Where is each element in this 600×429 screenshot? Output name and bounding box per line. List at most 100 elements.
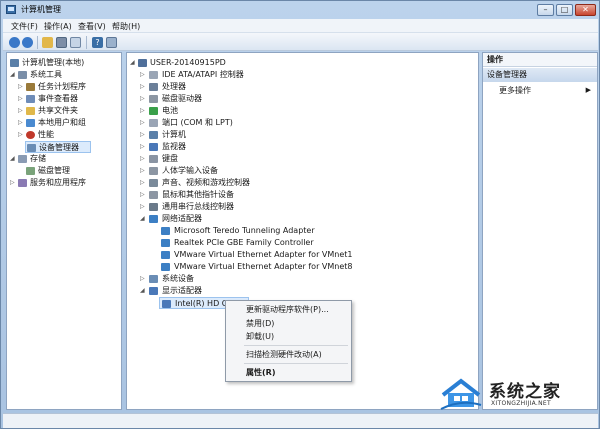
tree-label: 性能 (38, 130, 54, 139)
device-teredo-adapter[interactable]: Microsoft Teredo Tunneling Adapter (161, 225, 381, 237)
expand-toggle-icon[interactable]: ▷ (140, 168, 146, 174)
device-category-system[interactable]: ▷ 系统设备 (139, 273, 339, 285)
expand-toggle-icon[interactable]: ◢ (140, 216, 146, 222)
expand-toggle-icon[interactable]: ▷ (140, 180, 146, 186)
device-label: 监视器 (162, 142, 186, 151)
expand-toggle-icon[interactable]: ▷ (140, 204, 146, 210)
forward-icon[interactable] (22, 37, 33, 48)
device-label: 端口 (COM 和 LPT) (162, 118, 233, 127)
device-category-display[interactable]: ◢ 显示适配器 (139, 285, 339, 297)
menu-action[interactable]: 操作(A) (44, 21, 72, 32)
expand-toggle-icon[interactable]: ▷ (140, 96, 146, 102)
device-category-monitors[interactable]: ▷ 监视器 (139, 141, 339, 153)
actions-section-device-manager[interactable]: 设备管理器 (483, 68, 597, 82)
device-category-disk-drives[interactable]: ▷ 磁盘驱动器 (139, 93, 339, 105)
network-adapter-icon (161, 239, 170, 247)
device-label: 声音、视频和游戏控制器 (162, 178, 250, 187)
expand-toggle-icon[interactable]: ◢ (10, 156, 16, 162)
monitor-icon (149, 143, 158, 151)
menu-view[interactable]: 查看(V) (78, 21, 106, 32)
tree-label: 共享文件夹 (38, 106, 78, 115)
device-category-usb[interactable]: ▷ 通用串行总线控制器 (139, 201, 339, 213)
tree-item-device-manager[interactable]: 设备管理器 (25, 141, 91, 153)
tree-label: 事件查看器 (38, 94, 78, 103)
expand-toggle-icon[interactable]: ◢ (140, 288, 146, 294)
device-category-batteries[interactable]: ▷ 电池 (139, 105, 339, 117)
toolbar-separator (37, 36, 38, 49)
device-category-processors[interactable]: ▷ 处理器 (139, 81, 339, 93)
actions-pane: 操作 设备管理器 更多操作 ▶ (482, 52, 598, 410)
expand-toggle-icon[interactable]: ▷ (18, 84, 24, 90)
ctx-uninstall[interactable]: 卸载(U) (246, 331, 274, 342)
computer-icon (138, 59, 147, 67)
tree-item-services-apps[interactable]: ▷ 服务和应用程序 (9, 177, 121, 189)
tree-label: 服务和应用程序 (30, 178, 86, 187)
more-actions-item[interactable]: 更多操作 ▶ (499, 84, 595, 97)
tree-label: 系统工具 (30, 70, 62, 79)
tree-item-storage[interactable]: ◢ 存储 (9, 153, 121, 165)
network-adapter-icon (161, 263, 170, 271)
expand-toggle-icon[interactable]: ▷ (140, 276, 146, 282)
device-category-computer[interactable]: ▷ 计算机 (139, 129, 339, 141)
device-label: Realtek PCIe GBE Family Controller (174, 238, 314, 247)
expand-toggle-icon[interactable]: ◢ (10, 72, 16, 78)
up-folder-icon[interactable] (42, 37, 53, 48)
device-category-mice[interactable]: ▷ 鼠标和其他指针设备 (139, 189, 339, 201)
tree-item-task-scheduler[interactable]: ▷ 任务计划程序 (17, 81, 121, 93)
maximize-button[interactable]: □ (556, 4, 573, 16)
expand-toggle-icon[interactable]: ▷ (18, 96, 24, 102)
tree-item-disk-management[interactable]: 磁盘管理 (25, 165, 121, 177)
device-vmnet8-adapter[interactable]: VMware Virtual Ethernet Adapter for VMne… (161, 261, 381, 273)
device-root[interactable]: ◢ USER-20140915PD (129, 57, 329, 69)
ctx-properties[interactable]: 属性(R) (246, 367, 275, 378)
menu-help[interactable]: 帮助(H) (112, 21, 140, 32)
device-category-ports[interactable]: ▷ 端口 (COM 和 LPT) (139, 117, 339, 129)
tree-item-system-tools[interactable]: ◢ 系统工具 (9, 69, 121, 81)
tree-item-event-viewer[interactable]: ▷ 事件查看器 (17, 93, 121, 105)
expand-toggle-icon[interactable]: ▷ (140, 84, 146, 90)
menu-file[interactable]: 文件(F) (11, 21, 38, 32)
disk-drive-icon (149, 95, 158, 103)
properties-icon[interactable] (70, 37, 81, 48)
expand-toggle-icon[interactable]: ▷ (10, 180, 16, 186)
device-category-ide[interactable]: ▷ IDE ATA/ATAPI 控制器 (139, 69, 339, 81)
minimize-button[interactable]: – (537, 4, 554, 16)
expand-toggle-icon[interactable]: ▷ (18, 108, 24, 114)
tree-item-shared-folders[interactable]: ▷ 共享文件夹 (17, 105, 121, 117)
expand-toggle-icon[interactable]: ▷ (140, 120, 146, 126)
device-vmnet1-adapter[interactable]: VMware Virtual Ethernet Adapter for VMne… (161, 249, 381, 261)
tree-item-computer-management[interactable]: 计算机管理(本地) (9, 57, 121, 69)
ctx-separator (244, 363, 348, 364)
tree-label: 任务计划程序 (38, 82, 86, 91)
device-category-sound[interactable]: ▷ 声音、视频和游戏控制器 (139, 177, 339, 189)
tree-item-performance[interactable]: ▷ 性能 (17, 129, 121, 141)
device-label: 网络适配器 (162, 214, 202, 223)
view-icon[interactable] (106, 37, 117, 48)
expand-toggle-icon[interactable]: ▷ (140, 132, 146, 138)
help-icon[interactable]: ? (92, 37, 103, 48)
tools-icon (18, 71, 27, 79)
tree-item-local-users[interactable]: ▷ 本地用户和组 (17, 117, 121, 129)
expand-toggle-icon[interactable]: ▷ (140, 72, 146, 78)
show-hide-tree-icon[interactable] (56, 37, 67, 48)
ctx-disable[interactable]: 禁用(D) (246, 318, 274, 329)
system-device-icon (149, 275, 158, 283)
back-icon[interactable] (9, 37, 20, 48)
ctx-scan-hardware[interactable]: 扫描检测硬件改动(A) (246, 349, 322, 360)
device-category-hid[interactable]: ▷ 人体学输入设备 (139, 165, 339, 177)
expand-toggle-icon[interactable]: ▷ (140, 144, 146, 150)
expand-toggle-icon[interactable]: ◢ (130, 60, 136, 66)
device-label: 磁盘驱动器 (162, 94, 202, 103)
ctx-update-driver[interactable]: 更新驱动程序软件(P)... (246, 304, 329, 315)
expand-toggle-icon[interactable]: ▷ (18, 132, 24, 138)
expand-toggle-icon[interactable]: ▷ (140, 192, 146, 198)
users-icon (26, 119, 35, 127)
close-button[interactable]: ✕ (575, 4, 596, 16)
expand-toggle-icon[interactable]: ▷ (140, 156, 146, 162)
expand-toggle-icon[interactable]: ▷ (140, 108, 146, 114)
device-category-network[interactable]: ◢ 网络适配器 (139, 213, 339, 225)
storage-icon (18, 155, 27, 163)
device-realtek-adapter[interactable]: Realtek PCIe GBE Family Controller (161, 237, 381, 249)
expand-toggle-icon[interactable]: ▷ (18, 120, 24, 126)
device-category-keyboards[interactable]: ▷ 键盘 (139, 153, 339, 165)
